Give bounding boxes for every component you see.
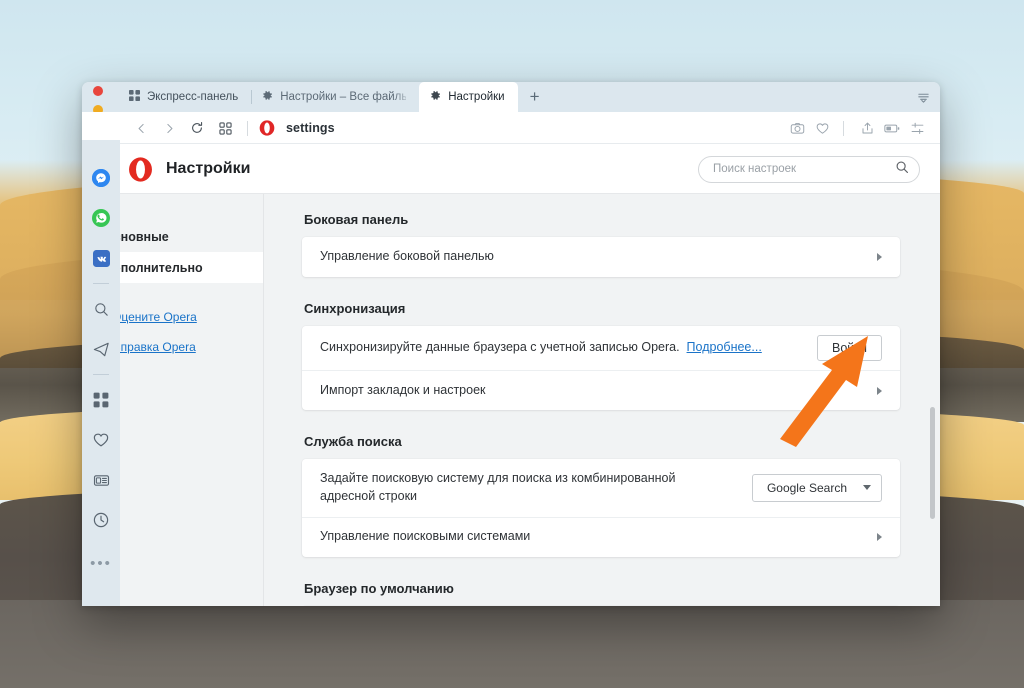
speed-dial-icon[interactable] [212,115,238,141]
search-icon[interactable] [82,289,120,329]
vk-icon[interactable] [82,238,120,278]
sign-in-button[interactable]: Войти [817,335,882,361]
speed-dial-icon[interactable] [82,380,120,420]
chevron-down-icon [863,485,871,490]
content-scrollbar[interactable] [930,407,935,519]
opera-logo-icon [259,120,275,136]
row-sync-account: Синхронизируйте данные браузера с учетно… [302,326,900,370]
row-import-bookmarks[interactable]: Импорт закладок и настроек [302,370,900,410]
row-label-text: Синхронизируйте данные браузера с учетно… [320,340,680,354]
nav-divider-2 [843,121,844,136]
favorites-heart-icon[interactable] [82,420,120,460]
page-title: Настройки [166,160,250,178]
dock-divider-2 [93,374,109,375]
close-window-button[interactable] [93,86,103,96]
section-title-search: Служба поиска [304,434,900,449]
reload-icon[interactable] [184,115,210,141]
messenger-icon[interactable] [82,158,120,198]
section-title-sidebar: Боковая панель [304,212,900,227]
url-text[interactable]: settings [286,121,335,135]
browser-window: Экспресс-панель Настройки – Все файлы со… [82,82,940,606]
link-opera-help[interactable]: Справка Opera [112,340,263,354]
news-icon[interactable] [82,460,120,500]
dock-more-button[interactable]: ••• [90,555,112,572]
link-rate-opera[interactable]: Оцените Opera [112,310,263,324]
tab-label-fade [393,82,419,112]
address-bar-actions [786,117,928,139]
row-default-search-engine: Задайте поисковую систему для поиска из … [302,459,900,517]
section-sidebar: Управление боковой панелью [302,237,900,277]
tab-label: Настройки [448,91,504,103]
chevron-right-icon[interactable] [156,115,182,141]
row-label: Синхронизируйте данные браузера с учетно… [320,339,817,357]
row-default-browser: Браузер по умолчанию [302,606,900,607]
settings-page: Настройки Основные Дополнительн [82,145,940,606]
share-icon[interactable] [856,117,878,139]
whatsapp-icon[interactable] [82,198,120,238]
tab-label: Настройки – Все файлы соо [280,91,406,103]
settings-search-box[interactable] [698,156,920,183]
row-manage-sidebar[interactable]: Управление боковой панелью [302,237,900,277]
search-engine-value: Google Search [767,481,847,495]
search-icon [895,160,909,179]
tab-strip: Экспресс-панель Настройки – Все файлы со… [82,82,940,112]
gear-icon [262,90,273,104]
desktop-wallpaper: Экспресс-панель Настройки – Все файлы со… [0,0,1024,688]
row-manage-search-engines[interactable]: Управление поисковыми системами [302,517,900,557]
row-label: Импорт закладок и настроек [320,382,877,400]
section-sync: Синхронизируйте данные браузера с учетно… [302,326,900,410]
tab-speed-dial[interactable]: Экспресс-панель [118,82,251,112]
search-input[interactable] [713,163,895,175]
nav-controls: settings [82,115,335,141]
section-default-browser: Браузер по умолчанию [302,606,900,607]
settings-content: Боковая панель Управление боковой панель… [264,194,940,606]
tab-settings-files[interactable]: Настройки – Все файлы соо [251,82,419,112]
camera-snapshot-icon[interactable] [786,117,808,139]
tab-label: Экспресс-панель [147,91,238,103]
tab-menu-icon[interactable] [906,82,940,112]
address-bar: settings [82,112,940,145]
history-clock-icon[interactable] [82,500,120,540]
row-label: Управление боковой панелью [320,248,877,266]
easy-setup-icon[interactable] [906,117,928,139]
row-label: Управление поисковыми системами [320,528,877,546]
section-title-sync: Синхронизация [304,301,900,316]
opera-sidebar-dock: ••• [82,140,120,606]
section-title-default-browser: Браузер по умолчанию [304,581,900,596]
nav-divider [247,121,248,136]
vpn-battery-icon[interactable] [881,117,903,139]
opera-logo-icon [128,157,153,182]
dune-foreground [0,600,1024,688]
row-label: Задайте поисковую систему для поиска из … [320,470,752,506]
telegram-icon[interactable] [82,329,120,369]
gear-icon [430,90,441,104]
new-tab-button[interactable]: + [518,82,552,112]
chevron-left-icon[interactable] [128,115,154,141]
section-search-service: Задайте поисковую систему для поиска из … [302,459,900,557]
settings-body: Основные Дополнительно Оцените Opera Спр… [82,194,940,606]
speed-dial-icon [129,90,140,104]
heart-icon[interactable] [811,117,833,139]
learn-more-link[interactable]: Подробнее... [687,340,762,354]
dock-divider-1 [93,283,109,284]
chevron-right-icon [877,533,882,541]
tab-settings[interactable]: Настройки [419,82,517,112]
chevron-right-icon [877,253,882,261]
chevron-right-icon [877,387,882,395]
settings-header: Настройки [82,145,940,194]
search-engine-select[interactable]: Google Search [752,474,882,502]
